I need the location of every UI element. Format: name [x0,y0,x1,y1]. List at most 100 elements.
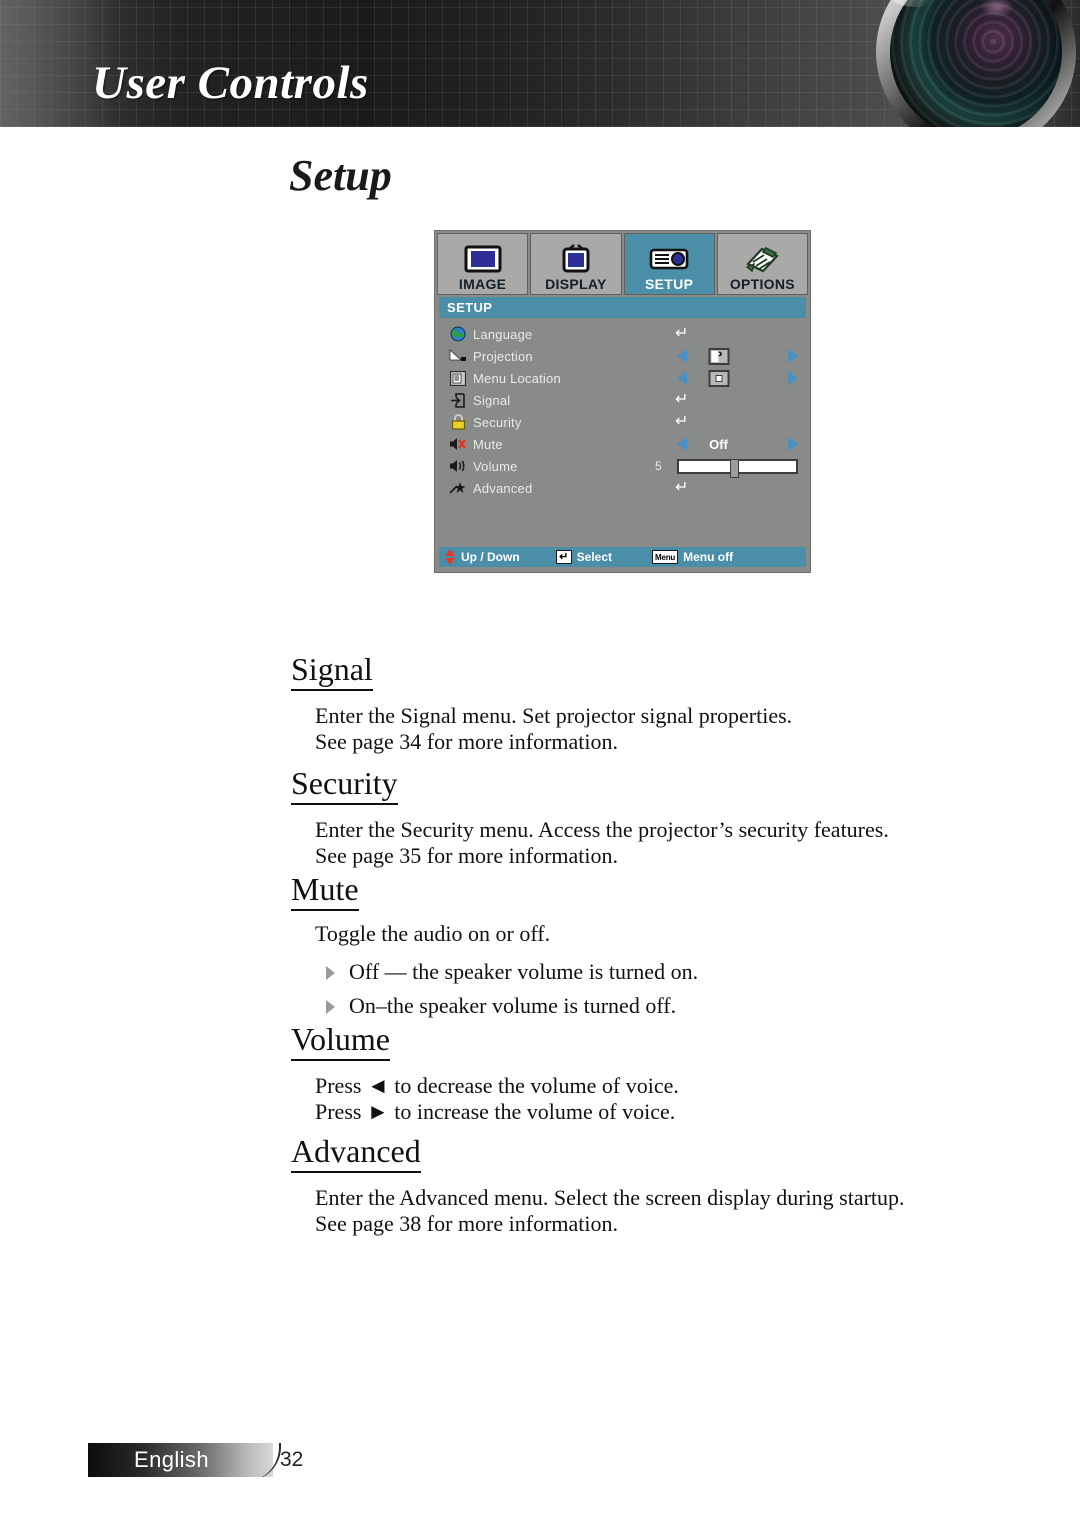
osd-item-mute-control[interactable]: Off [635,433,802,455]
menu-location-value-icon [708,369,729,387]
section-volume-line-1: Press ◄ to decrease the volume of voice. [315,1073,679,1098]
osd-tab-options[interactable]: OPTIONS [716,233,808,295]
section-volume-line-2: Press ► to increase the volume of voice. [315,1099,676,1124]
camera-lens-icon [876,0,1080,127]
arrow-left-icon[interactable] [677,371,687,385]
projector-icon [646,242,692,276]
menu-key-icon: Menu [652,550,679,564]
projection-mode-value: P [708,347,729,365]
section-security-line-2: See page 35 for more information. [315,843,619,868]
section-mute: Mute Toggle the audio on or off. Off — t… [0,871,1080,1023]
header-title: User Controls [92,57,369,109]
osd-item-menu-location-control[interactable] [635,367,802,389]
osd-item-security-label: Security [473,414,522,430]
section-mute-heading: Mute [291,871,359,911]
arrow-right-icon[interactable] [788,349,798,363]
osd-item-security-control[interactable]: ↵ [635,411,802,433]
notepad-pen-icon [739,242,785,276]
osd-item-mute[interactable]: Mute Off [439,433,806,455]
speaker-icon [443,456,473,476]
osd-item-projection-control[interactable]: P [635,345,802,367]
section-signal-heading: Signal [291,651,373,691]
section-advanced: Advanced Enter the Advanced menu. Select… [0,1133,1080,1237]
osd-item-signal-label: Signal [473,392,511,408]
osd-hint-select-label: Select [576,550,613,564]
section-signal-line-1: Enter the Signal menu. Set projector sig… [315,703,793,728]
osd-item-menu-location[interactable]: Menu Location [439,367,806,389]
osd-item-security[interactable]: Security ↵ [439,411,806,433]
osd-tab-image-label: IMAGE [458,276,507,292]
volume-slider[interactable] [677,458,798,478]
arrow-left-icon[interactable] [677,349,687,363]
osd-tab-display-label: DISPLAY [545,276,607,292]
osd-item-signal-control[interactable]: ↵ [635,389,802,411]
list-item: On–the speaker volume is turned off. [0,989,1080,1023]
document-icon [443,368,473,388]
osd-hint-menu-off: Menu Menu off [652,550,733,564]
osd-item-list: Language ↵ Projection P Menu Location Si… [439,323,806,499]
osd-tab-image[interactable]: IMAGE [437,233,529,295]
osd-item-volume[interactable]: Volume 5 [439,455,806,478]
section-advanced-heading: Advanced [291,1133,421,1173]
osd-item-language-label: Language [473,326,533,342]
page-header-banner: User Controls [0,0,1080,127]
osd-tab-setup[interactable]: SETUP [623,233,715,295]
bullet-triangle-icon [326,966,335,980]
osd-tab-setup-label: SETUP [645,276,694,292]
osd-section-header: SETUP [439,297,806,318]
section-advanced-line-1: Enter the Advanced menu. Select the scre… [315,1185,905,1210]
television-icon [553,242,599,276]
volume-value: 5 [655,459,662,473]
monitor-icon [460,242,506,276]
padlock-icon [443,412,473,432]
osd-hint-updown-label: Up / Down [461,550,520,564]
star-wand-icon [443,478,473,498]
osd-item-advanced-control[interactable]: ↵ [635,477,802,499]
list-item: Off — the speaker volume is turned on. [0,955,1080,989]
enter-arrow-icon: ↵ [675,413,689,430]
osd-item-language[interactable]: Language ↵ [439,323,806,345]
enter-arrow-icon: ↵ [675,325,689,342]
osd-hint-select: ↵ Select [555,550,613,564]
osd-item-menu-location-label: Menu Location [473,370,561,386]
osd-menu-screenshot: IMAGE DISPLAY SETUP OPTIONS SETUP Langua… [434,230,811,573]
section-mute-bullet-2: On–the speaker volume is turned off. [349,993,677,1018]
mute-value: Off [709,436,728,452]
osd-item-mute-label: Mute [473,436,503,452]
signal-input-icon [443,390,473,410]
osd-tab-display[interactable]: DISPLAY [530,233,622,295]
osd-item-projection-label: Projection [473,348,533,364]
projection-ramp-icon [443,346,473,366]
enter-arrow-icon: ↵ [675,391,689,408]
osd-section-title: SETUP [447,300,493,315]
osd-tab-bar: IMAGE DISPLAY SETUP OPTIONS [435,231,810,295]
section-advanced-line-2: See page 38 for more information. [315,1211,619,1236]
osd-hint-updown: Up / Down [445,549,520,565]
section-mute-bullet-1: Off — the speaker volume is turned on. [349,959,699,984]
osd-item-advanced-label: Advanced [473,480,533,496]
section-volume: Volume Press ◄ to decrease the volume of… [0,1021,1080,1125]
section-signal: Signal Enter the Signal menu. Set projec… [0,651,1080,755]
osd-item-volume-label: Volume [473,458,518,474]
osd-item-language-control[interactable]: ↵ [635,323,802,345]
projection-mode-bar [711,350,718,362]
section-security-heading: Security [291,765,398,805]
osd-hint-bar: Up / Down ↵ Select Menu Menu off [439,547,806,567]
arrow-right-icon[interactable] [788,437,798,451]
section-volume-heading: Volume [291,1021,390,1061]
section-security-line-1: Enter the Security menu. Access the proj… [315,817,889,842]
footer-page-number: 32 [280,1448,304,1471]
osd-item-projection[interactable]: Projection P [439,345,806,367]
section-security: Security Enter the Security menu. Access… [0,765,1080,869]
section-signal-line-2: See page 34 for more information. [315,729,619,754]
osd-item-signal[interactable]: Signal ↵ [439,389,806,411]
osd-item-volume-control[interactable]: 5 [635,455,802,478]
osd-item-advanced[interactable]: Advanced ↵ [439,477,806,499]
enter-arrow-icon: ↵ [675,479,689,496]
arrow-right-icon[interactable] [788,371,798,385]
osd-hint-menu-off-label: Menu off [683,550,734,564]
speaker-mute-icon [443,434,473,454]
page-title: Setup [289,151,392,200]
volume-slider-thumb[interactable] [730,458,740,478]
footer-language-label: English [134,1447,209,1472]
